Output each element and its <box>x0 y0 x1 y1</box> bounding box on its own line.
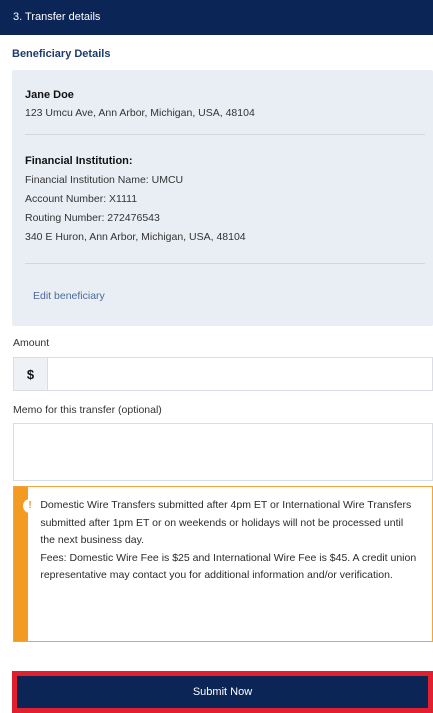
notice-text: Domestic Wire Transfers submitted after … <box>28 487 432 641</box>
memo-label: Memo for this transfer (optional) <box>13 404 162 416</box>
notice-accent-stripe: ! <box>14 487 37 641</box>
section-title: 3. Transfer details <box>13 11 101 23</box>
memo-textarea[interactable] <box>13 423 433 481</box>
submit-highlight-frame: Submit Now <box>12 671 433 713</box>
notice-cutoff-text: Domestic Wire Transfers submitted after … <box>40 499 412 546</box>
divider <box>25 263 425 264</box>
financial-institution-address: 340 E Huron, Ann Arbor, Michigan, USA, 4… <box>25 231 246 243</box>
amount-label: Amount <box>13 337 50 349</box>
info-icon: ! <box>23 499 37 513</box>
beneficiary-name: Jane Doe <box>25 89 74 101</box>
beneficiary-section-label: Beneficiary Details <box>12 48 111 60</box>
currency-prefix: $ <box>14 358 48 390</box>
submit-now-button[interactable]: Submit Now <box>17 676 428 708</box>
notice-fees-text: Fees: Domestic Wire Fee is $25 and Inter… <box>40 551 417 582</box>
financial-institution-name: Financial Institution Name: UMCU <box>25 174 184 186</box>
financial-institution-title: Financial Institution: <box>25 155 133 167</box>
beneficiary-card: Jane Doe 123 Umcu Ave, Ann Arbor, Michig… <box>12 70 433 326</box>
divider <box>25 134 425 135</box>
amount-field-group: $ <box>13 357 433 391</box>
account-number: Account Number: X1111 <box>25 193 138 205</box>
routing-number: Routing Number: 272476543 <box>25 212 160 224</box>
wire-transfer-notice: ! Domestic Wire Transfers submitted afte… <box>13 486 433 642</box>
section-header: 3. Transfer details <box>0 0 433 35</box>
beneficiary-address: 123 Umcu Ave, Ann Arbor, Michigan, USA, … <box>25 107 255 119</box>
edit-beneficiary-link[interactable]: Edit beneficiary <box>33 290 105 302</box>
amount-input[interactable] <box>48 358 432 390</box>
